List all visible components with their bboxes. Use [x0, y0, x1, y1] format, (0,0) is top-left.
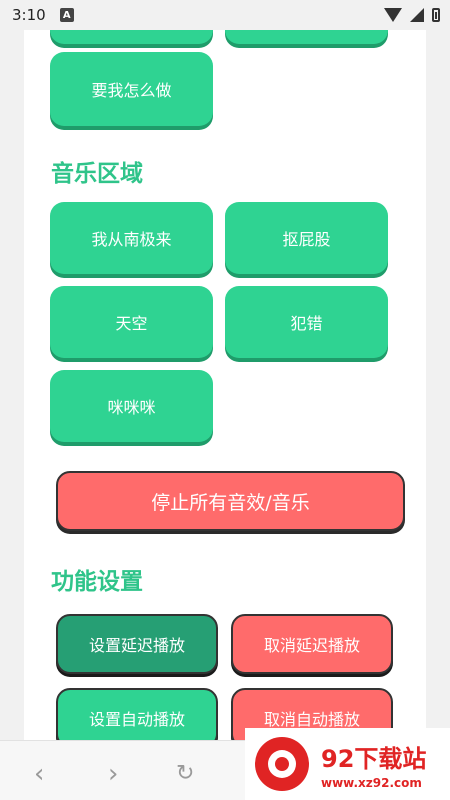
stop-all-button[interactable]: 停止所有音效/音乐 [56, 471, 405, 531]
battery-icon [432, 8, 440, 22]
set-delay-button[interactable]: 设置延迟播放 [56, 614, 218, 674]
back-icon[interactable]: ‹ [34, 759, 44, 789]
watermark-text: 92下载站 www.xz92.com [321, 739, 426, 790]
watermark-logo-icon [255, 737, 309, 791]
watermark-url: www.xz92.com [321, 775, 422, 790]
status-bar: 3:10 A [0, 0, 450, 30]
music-button-5[interactable]: 咪咪咪 [50, 370, 213, 442]
cut-off-button-left[interactable] [50, 30, 213, 44]
wifi-icon [384, 8, 402, 22]
refresh-icon[interactable]: ↻ [176, 761, 194, 786]
signal-icon [410, 8, 424, 22]
cut-off-button-right[interactable] [225, 30, 388, 44]
settings-section-title: 功能设置 [51, 569, 143, 595]
set-auto-button[interactable]: 设置自动播放 [56, 688, 218, 740]
forward-icon[interactable]: › [108, 759, 118, 789]
music-button-1[interactable]: 我从南极来 [50, 202, 213, 274]
music-section-title: 音乐区域 [51, 161, 143, 187]
page-content[interactable]: 要我怎么做 音乐区域 我从南极来 抠屁股 天空 犯错 咪咪咪 停止所有音效/音乐… [24, 30, 426, 740]
watermark: 92下载站 www.xz92.com [245, 728, 450, 800]
music-button-3[interactable]: 天空 [50, 286, 213, 358]
notification-icon: A [59, 8, 74, 22]
cancel-delay-button[interactable]: 取消延迟播放 [231, 614, 393, 674]
music-button-4[interactable]: 犯错 [225, 286, 388, 358]
status-time: 3:10 [12, 6, 46, 24]
watermark-name: 92下载站 [321, 744, 427, 773]
how-do-i-button[interactable]: 要我怎么做 [50, 52, 213, 126]
status-icons [384, 8, 440, 22]
music-button-2[interactable]: 抠屁股 [225, 202, 388, 274]
